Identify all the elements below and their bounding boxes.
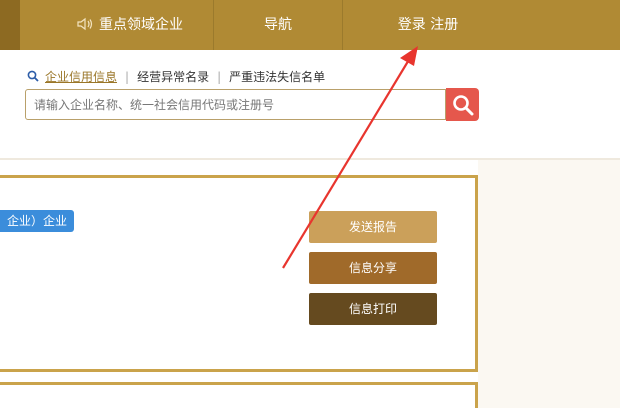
tab-credit-info[interactable]: 企业信用信息 — [45, 68, 117, 85]
search-icon — [452, 94, 473, 115]
tab-separator: | — [217, 70, 222, 84]
nav-item-label: 重点领域企业 — [99, 17, 183, 33]
search-box — [25, 89, 446, 120]
send-report-button[interactable]: 发送报告 — [309, 211, 437, 243]
share-info-button[interactable]: 信息分享 — [309, 252, 437, 284]
tab-abnormal-list[interactable]: 经营异常名录 — [137, 68, 209, 85]
enterprise-type-badge: 企业）企业 — [0, 210, 75, 232]
search-small-icon — [27, 70, 39, 82]
nav-item-key-enterprises[interactable]: 重点领域企业 — [60, 0, 200, 50]
secondary-info-card — [0, 382, 478, 408]
search-button[interactable] — [446, 88, 479, 121]
tab-separator: | — [125, 70, 130, 84]
right-panel-background — [478, 160, 620, 408]
search-input[interactable] — [26, 90, 445, 119]
search-category-tabs: 企业信用信息 | 经营异常名录 | 严重违法失信名单 — [27, 68, 325, 85]
nav-item-navigation[interactable]: 导航 — [214, 0, 342, 50]
nav-item-label: 登录 注册 — [397, 17, 459, 33]
nav-left-block — [0, 0, 20, 50]
print-info-button[interactable]: 信息打印 — [309, 293, 437, 325]
top-nav-bar: 重点领域企业 导航 登录 注册 — [0, 0, 620, 50]
tab-serious-violation-list[interactable]: 严重违法失信名单 — [229, 68, 325, 85]
speaker-icon — [77, 17, 93, 30]
nav-item-label: 导航 — [264, 17, 292, 33]
nav-item-login-register[interactable]: 登录 注册 — [343, 0, 513, 50]
